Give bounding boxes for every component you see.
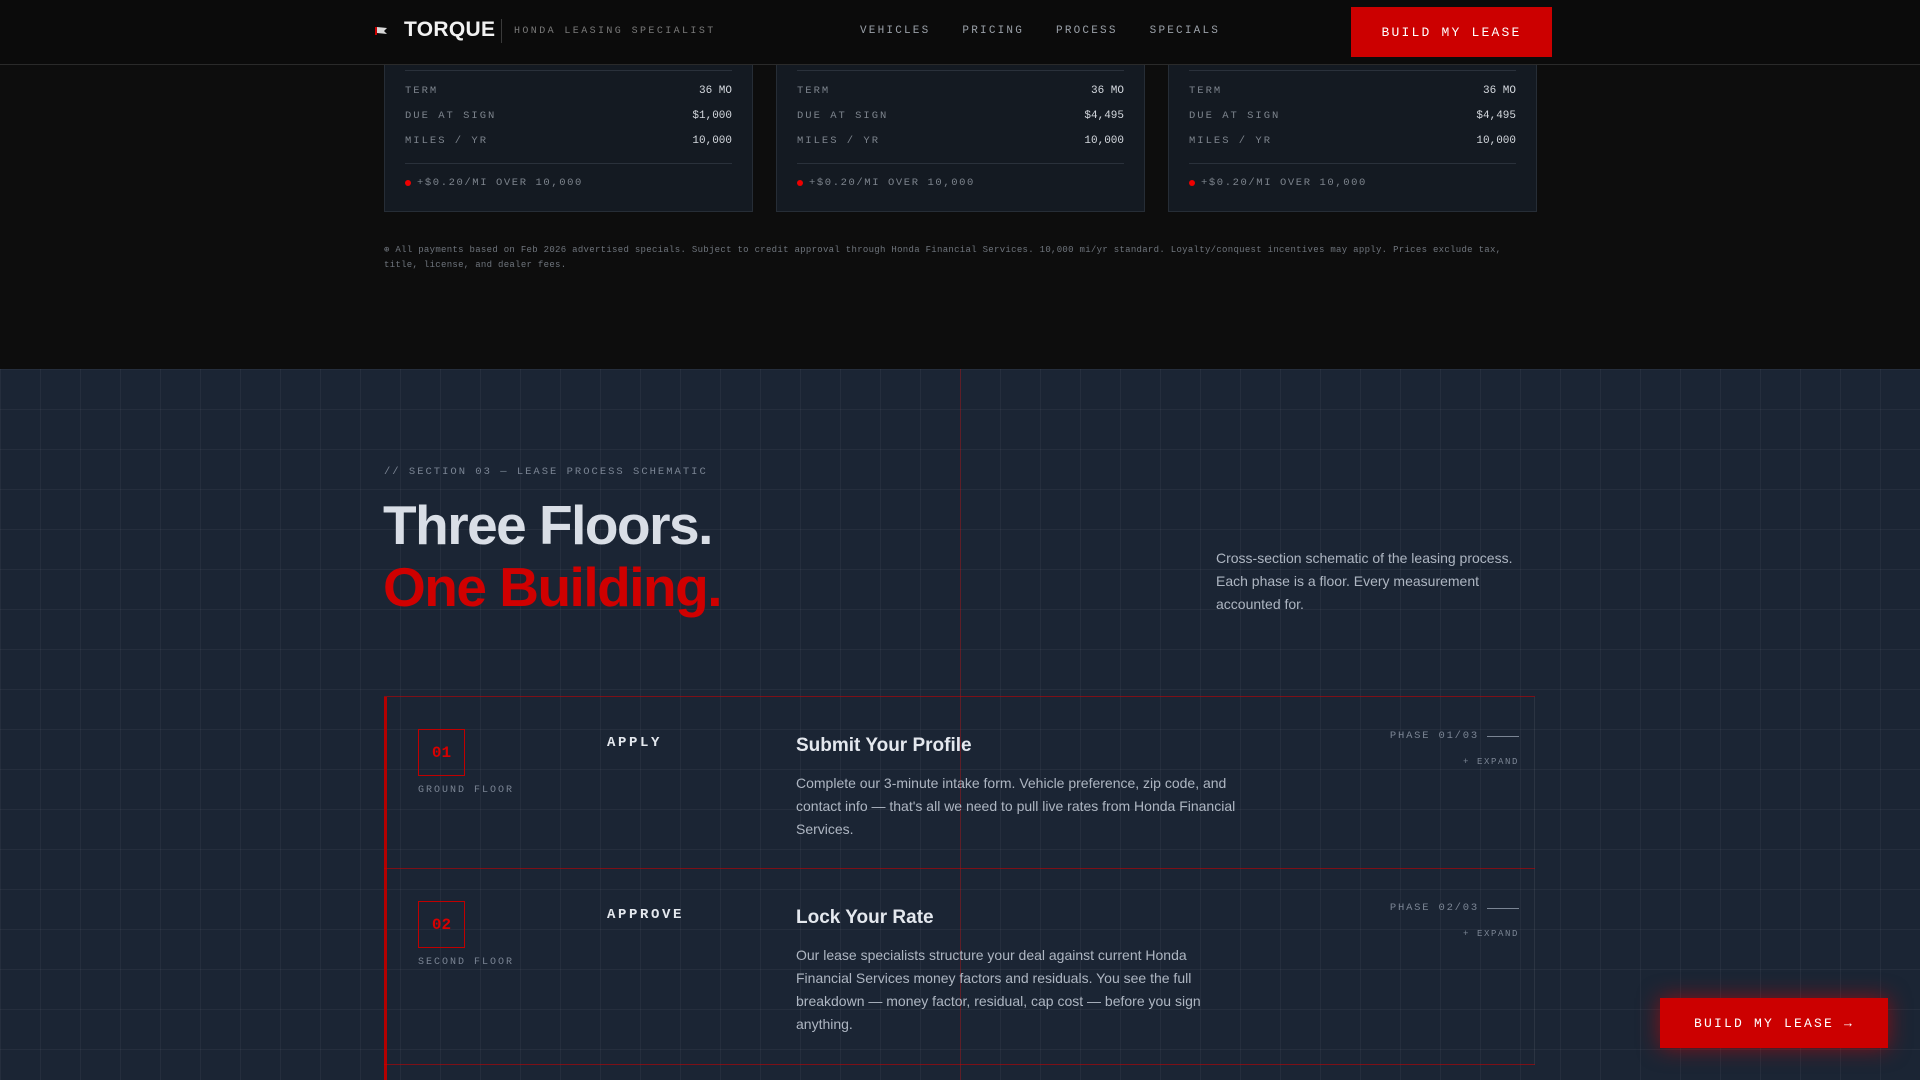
headline-accent: One Building. bbox=[383, 556, 722, 618]
main-nav: VEHICLES PRICING PROCESS SPECIALS bbox=[860, 25, 1252, 37]
section-intro: Cross-section schematic of the leasing p… bbox=[1216, 550, 1513, 612]
due-value: $4,495 bbox=[1476, 110, 1516, 122]
process-step-apply: 01 GROUND FLOOR APPLY Submit Your Profil… bbox=[384, 696, 1535, 869]
term-label: TERM bbox=[1189, 85, 1223, 97]
card-row-term: TERM 36 MO bbox=[405, 85, 732, 97]
due-label: DUE AT SIGN bbox=[405, 110, 497, 122]
overage-text: +$0.20/MI OVER 10,000 bbox=[1201, 177, 1367, 189]
term-label: TERM bbox=[797, 85, 831, 97]
card-row-due: DUE AT SIGN $4,495 bbox=[797, 110, 1124, 122]
floor-edge bbox=[1534, 697, 1535, 869]
due-label: DUE AT SIGN bbox=[797, 110, 889, 122]
lease-card: TERM 36 MO DUE AT SIGN $4,495 MILES / YR… bbox=[776, 65, 1145, 212]
floor-edge bbox=[1534, 869, 1535, 1065]
expand-toggle[interactable]: + EXPAND bbox=[1463, 757, 1519, 767]
term-label: TERM bbox=[405, 85, 439, 97]
process-section: // SECTION 03 — LEASE PROCESS SCHEMATIC … bbox=[0, 369, 1920, 1080]
floor-accent-bar bbox=[384, 1065, 387, 1080]
process-step-approve: 02 SECOND FLOOR APPROVE Lock Your Rate O… bbox=[384, 868, 1535, 1065]
phase-indicator: PHASE 02/03 bbox=[1390, 902, 1519, 914]
lease-card: TERM 36 MO DUE AT SIGN $4,495 MILES / YR… bbox=[1168, 65, 1537, 212]
overage-text: +$0.20/MI OVER 10,000 bbox=[809, 177, 975, 189]
step-title: Submit Your Profile bbox=[796, 735, 972, 756]
build-lease-button[interactable]: BUILD MY LEASE bbox=[1351, 7, 1552, 57]
due-value: $1,000 bbox=[692, 110, 732, 122]
miles-label: MILES / YR bbox=[405, 135, 489, 147]
step-title: Lock Your Rate bbox=[796, 907, 934, 928]
term-value: 36 MO bbox=[698, 85, 732, 97]
floating-cta-label: BUILD MY LEASE bbox=[1693, 1015, 1834, 1031]
headline-primary: Three Floors. bbox=[383, 494, 713, 556]
miles-value: 10,000 bbox=[692, 135, 732, 147]
floating-build-lease-button[interactable]: BUILD MY LEASE → bbox=[1660, 998, 1888, 1048]
card-row-miles: MILES / YR 10,000 bbox=[1189, 135, 1516, 147]
step-label: APPLY bbox=[607, 735, 663, 751]
brand-logo[interactable]: TORQUE bbox=[404, 18, 495, 42]
step-label: APPROVE bbox=[607, 907, 685, 923]
floor-accent-bar bbox=[384, 697, 387, 869]
phase-indicator: PHASE 01/03 bbox=[1390, 730, 1519, 742]
pricing-disclaimer: ⊕ All payments based on Feb 2026 adverti… bbox=[384, 245, 1502, 270]
overage-text: +$0.20/MI OVER 10,000 bbox=[417, 177, 583, 189]
step-number: 02 bbox=[418, 901, 465, 948]
miles-label: MILES / YR bbox=[797, 135, 881, 147]
miles-label: MILES / YR bbox=[1189, 135, 1273, 147]
term-value: 36 MO bbox=[1090, 85, 1124, 97]
card-divider bbox=[1189, 70, 1516, 71]
card-divider bbox=[405, 163, 732, 164]
card-row-term: TERM 36 MO bbox=[797, 85, 1124, 97]
floor-name: GROUND FLOOR bbox=[418, 785, 515, 796]
brand-tagline: HONDA LEASING SPECIALIST bbox=[514, 26, 716, 37]
phase-line bbox=[1487, 735, 1519, 737]
card-divider bbox=[1189, 163, 1516, 164]
red-dot-icon bbox=[405, 180, 411, 186]
card-row-term: TERM 36 MO bbox=[1189, 85, 1516, 97]
miles-value: 10,000 bbox=[1084, 135, 1124, 147]
red-dot-icon bbox=[1189, 180, 1195, 186]
section-label: // SECTION 03 — LEASE PROCESS SCHEMATIC bbox=[384, 466, 708, 478]
nav-process[interactable]: PROCESS bbox=[1056, 25, 1118, 37]
overage-note: +$0.20/MI OVER 10,000 bbox=[797, 177, 975, 189]
step-description: Our lease specialists structure your dea… bbox=[796, 947, 1201, 1032]
card-row-miles: MILES / YR 10,000 bbox=[797, 135, 1124, 147]
overage-note: +$0.20/MI OVER 10,000 bbox=[405, 177, 583, 189]
nav-specials[interactable]: SPECIALS bbox=[1150, 25, 1220, 37]
card-row-due: DUE AT SIGN $1,000 bbox=[405, 110, 732, 122]
red-dot-icon bbox=[797, 180, 803, 186]
phase-line bbox=[1487, 907, 1519, 909]
site-header: TORQUE HONDA LEASING SPECIALIST VEHICLES… bbox=[0, 0, 1920, 65]
phase-text: PHASE 02/03 bbox=[1389, 902, 1479, 914]
card-row-miles: MILES / YR 10,000 bbox=[405, 135, 732, 147]
card-row-due: DUE AT SIGN $4,495 bbox=[1189, 110, 1516, 122]
card-divider bbox=[797, 163, 1124, 164]
nav-pricing[interactable]: PRICING bbox=[962, 25, 1024, 37]
lease-card: TERM 36 MO DUE AT SIGN $1,000 MILES / YR… bbox=[384, 65, 753, 212]
due-value: $4,495 bbox=[1084, 110, 1124, 122]
miles-value: 10,000 bbox=[1476, 135, 1516, 147]
term-value: 36 MO bbox=[1482, 85, 1516, 97]
card-divider bbox=[405, 70, 732, 71]
overage-note: +$0.20/MI OVER 10,000 bbox=[1189, 177, 1367, 189]
floor-name: SECOND FLOOR bbox=[418, 957, 515, 968]
nav-vehicles[interactable]: VEHICLES bbox=[860, 25, 930, 37]
arrow-right-icon: → bbox=[1844, 1015, 1855, 1031]
specials-section: TERM 36 MO DUE AT SIGN $1,000 MILES / YR… bbox=[0, 65, 1920, 369]
logo-divider bbox=[501, 19, 502, 43]
process-step-next bbox=[384, 1064, 1535, 1080]
floor-accent-bar bbox=[384, 869, 387, 1065]
card-divider bbox=[797, 70, 1124, 71]
expand-toggle[interactable]: + EXPAND bbox=[1463, 929, 1519, 939]
flag-logo-icon bbox=[375, 27, 387, 35]
step-number: 01 bbox=[418, 729, 465, 776]
phase-text: PHASE 01/03 bbox=[1389, 730, 1479, 742]
due-label: DUE AT SIGN bbox=[1189, 110, 1281, 122]
step-description: Complete our 3-minute intake form. Vehic… bbox=[796, 775, 1236, 837]
